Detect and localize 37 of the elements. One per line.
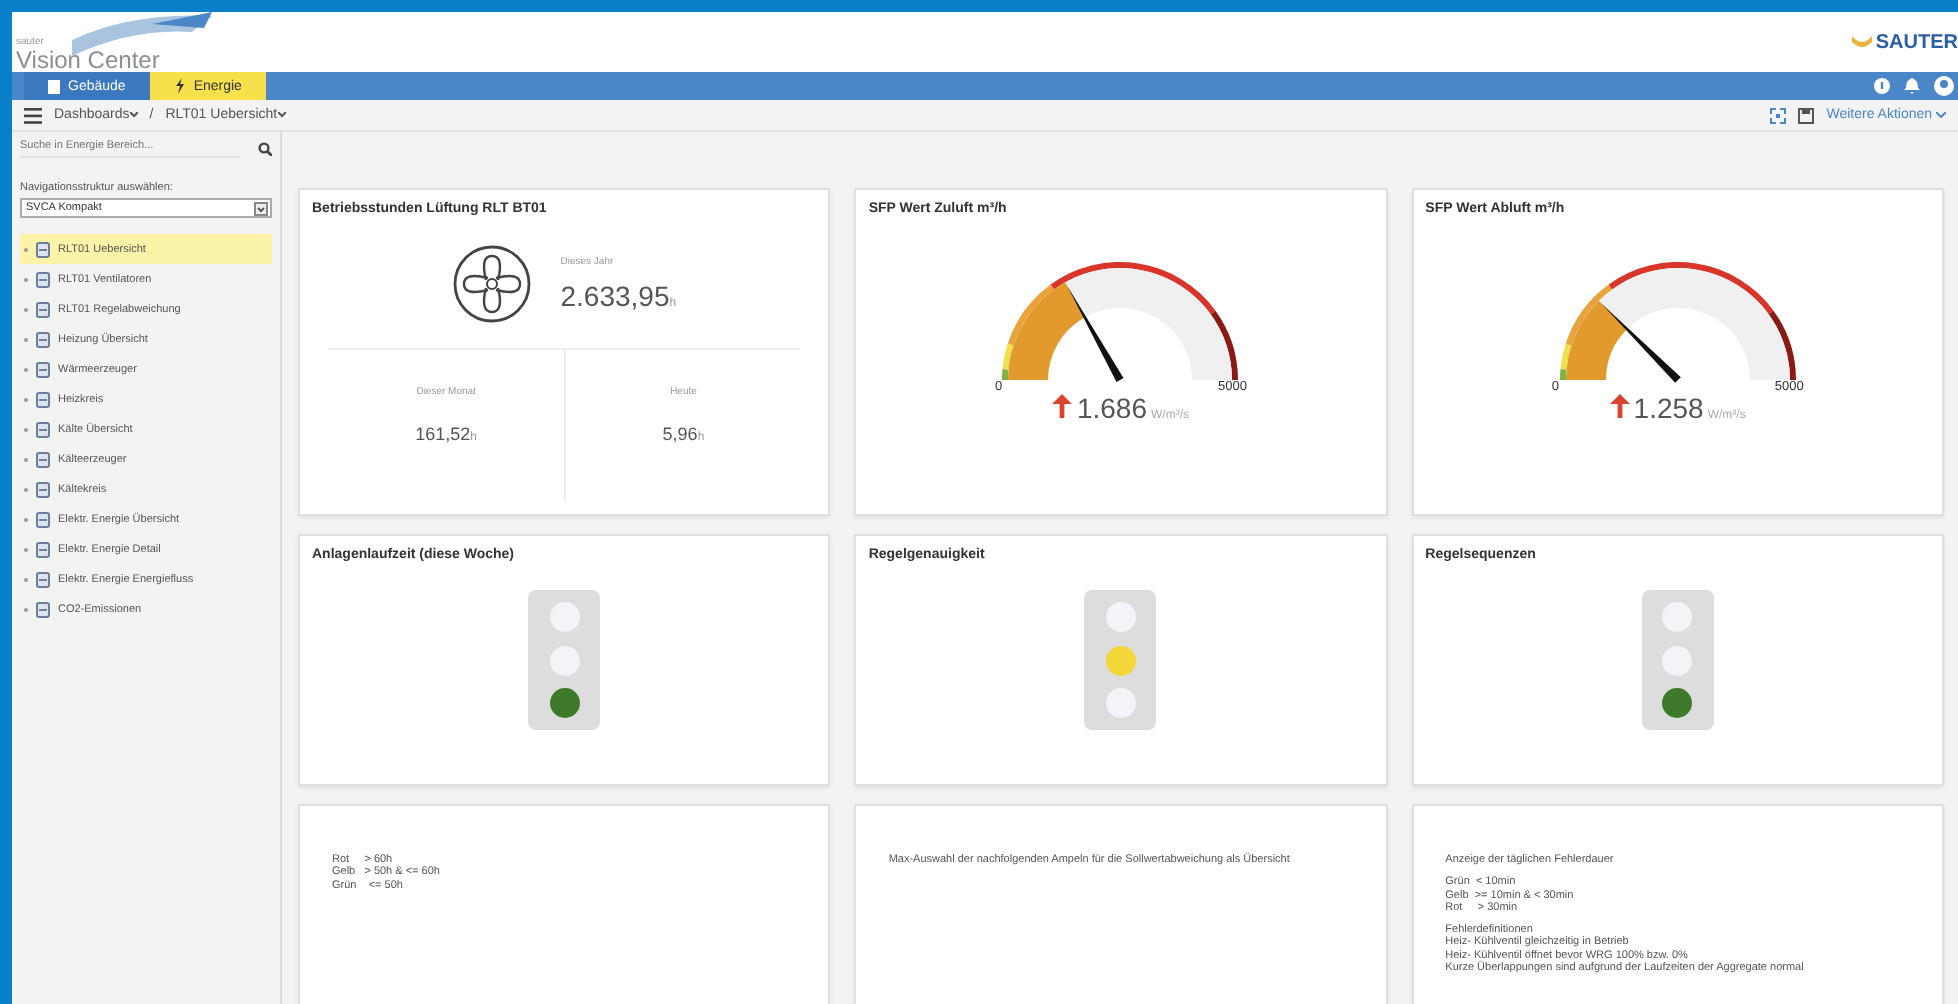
page-icon	[36, 451, 50, 467]
gauge-value: 1.258	[1633, 392, 1704, 424]
fan-icon	[452, 244, 533, 324]
search-icon[interactable]	[258, 142, 272, 156]
stat-value: 2.633,95	[560, 280, 670, 312]
caret-icon	[129, 112, 138, 118]
app-logo-text: Vision Center	[16, 48, 162, 72]
bell-icon[interactable]	[1904, 78, 1920, 94]
page-icon	[36, 541, 50, 557]
gauge-value: 1.686	[1076, 392, 1148, 424]
up-arrow-icon	[1609, 394, 1630, 418]
stat-value: 5,96	[662, 424, 698, 444]
help-icon[interactable]	[1874, 78, 1890, 94]
page-icon	[36, 331, 50, 347]
stat-value: 161,52	[415, 424, 471, 444]
page-icon	[36, 571, 50, 587]
page-icon	[36, 421, 50, 437]
building-icon	[48, 79, 60, 93]
page-icon	[36, 481, 50, 497]
page-icon	[36, 511, 50, 527]
save-icon[interactable]	[1798, 107, 1815, 123]
page-icon	[36, 601, 50, 617]
fullscreen-icon[interactable]	[1770, 107, 1787, 123]
page-icon	[36, 271, 50, 287]
brand-mark-icon	[1851, 32, 1872, 52]
page-icon	[36, 241, 50, 257]
page-icon	[36, 361, 50, 377]
menu-icon[interactable]	[24, 107, 42, 123]
user-avatar-icon[interactable]	[1934, 76, 1954, 96]
dropdown-caret-icon	[254, 201, 268, 215]
brand-name: SAUTER	[1875, 31, 1958, 53]
page-icon	[36, 301, 50, 317]
caret-icon	[1936, 112, 1946, 118]
caret-icon	[277, 112, 286, 118]
page-icon	[36, 391, 50, 407]
lightning-icon	[173, 78, 186, 94]
up-arrow-icon	[1052, 394, 1073, 418]
